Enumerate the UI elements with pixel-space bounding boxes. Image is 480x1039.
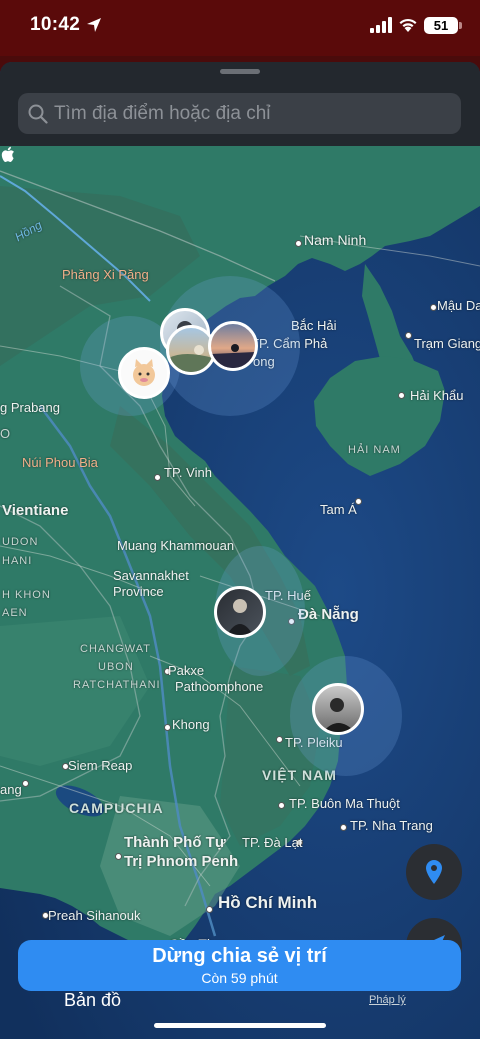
- place-label: Phăng Xi Păng: [62, 267, 149, 282]
- region-label: HẢI NAM: [348, 444, 401, 456]
- country-label: CAMPUCHIA: [69, 800, 164, 816]
- search-icon: [28, 104, 48, 124]
- city-dot: [22, 780, 29, 787]
- place-label: Nam Ninh: [304, 232, 367, 248]
- legal-link[interactable]: Pháp lý: [369, 994, 406, 1006]
- friend-avatar[interactable]: [312, 683, 364, 735]
- place-label: g Prabang: [0, 400, 60, 415]
- place-label: Thành Phố Tự: [124, 834, 226, 851]
- apple-logo-icon: [1, 146, 14, 162]
- place-label: Siem Reap: [68, 758, 133, 773]
- place-label: Trạm Giang: [414, 336, 480, 351]
- wifi-icon: [399, 18, 417, 32]
- stop-sharing-title: Dừng chia sẻ vị trí: [152, 945, 327, 967]
- status-time: 10:42: [30, 14, 81, 35]
- region-label: HANI: [2, 555, 33, 567]
- city-dot: [295, 240, 302, 247]
- cellular-signal-icon: [370, 17, 392, 33]
- pin-icon: [426, 860, 442, 884]
- place-label: Hồ Chí Minh: [218, 893, 318, 912]
- place-label: Trị Phnom Penh: [124, 853, 239, 870]
- home-indicator: [154, 1023, 326, 1028]
- place-label: TP. Vinh: [164, 465, 212, 480]
- place-label: Tam Á: [320, 502, 357, 517]
- region-label: CHANGWAT: [80, 643, 151, 655]
- place-label: Pathoomphone: [175, 679, 264, 694]
- city-dot: [340, 824, 347, 831]
- location-arrow-icon: [87, 18, 101, 32]
- friend-avatar[interactable]: [118, 347, 170, 399]
- stop-sharing-location-button[interactable]: Dừng chia sẻ vị trí Còn 59 phút: [18, 940, 461, 991]
- city-dot: [398, 392, 405, 399]
- battery-tip: [459, 22, 462, 29]
- place-label: Pakxe: [168, 663, 205, 678]
- time-remaining: Còn 59 phút: [201, 970, 278, 986]
- sheet-header: [0, 62, 480, 146]
- place-label: Preah Sihanouk: [48, 908, 141, 923]
- place-label: TP. Đà Lạt: [242, 835, 303, 850]
- city-dot: [405, 332, 412, 339]
- maps-attribution: Bản đồ: [64, 990, 122, 1010]
- city-dot: [206, 906, 213, 913]
- place-label: Đà Nẵng: [298, 606, 359, 623]
- place-label: TP. Buôn Ma Thuột: [289, 796, 400, 811]
- place-label: Vientiane: [2, 502, 69, 519]
- friend-avatar[interactable]: [208, 321, 258, 371]
- friend-avatar[interactable]: [214, 586, 266, 638]
- sheet-grabber[interactable]: [220, 69, 260, 74]
- place-label: Hải Khẩu: [410, 388, 464, 403]
- place-label: Muang Khammouan: [117, 538, 235, 553]
- pin-button[interactable]: [406, 844, 462, 900]
- region-label: H KHON: [2, 589, 51, 601]
- map-view[interactable]: Hồng Nam Ninh Phăng Xi Păng Mậu Da Bắc H…: [0, 146, 480, 1039]
- place-label: ang: [0, 782, 22, 797]
- city-dot: [115, 853, 122, 860]
- search-bar[interactable]: [18, 93, 461, 134]
- place-label: Núi Phou Bia: [22, 455, 98, 470]
- region-label: UBON: [98, 661, 134, 673]
- region-label: O: [0, 426, 12, 441]
- place-label: TP. Nha Trang: [350, 818, 433, 833]
- city-dot: [430, 304, 437, 311]
- place-label: Savannakhet: [113, 568, 189, 583]
- city-dot: [164, 724, 171, 731]
- region-label: UDON: [2, 536, 39, 548]
- place-label: Province: [113, 584, 164, 599]
- region-label: RATCHATHANI: [73, 679, 161, 691]
- search-input[interactable]: [54, 93, 454, 134]
- city-dot: [154, 474, 161, 481]
- battery-icon: 51: [424, 17, 458, 34]
- place-label: Mậu Da: [437, 298, 480, 313]
- status-bar: 10:42 51: [0, 0, 480, 56]
- find-my-sheet: Hồng Nam Ninh Phăng Xi Păng Mậu Da Bắc H…: [0, 62, 480, 1039]
- region-label: AEN: [2, 607, 28, 619]
- place-label: Khong: [172, 717, 210, 732]
- city-dot: [278, 802, 285, 809]
- city-dot: [276, 736, 283, 743]
